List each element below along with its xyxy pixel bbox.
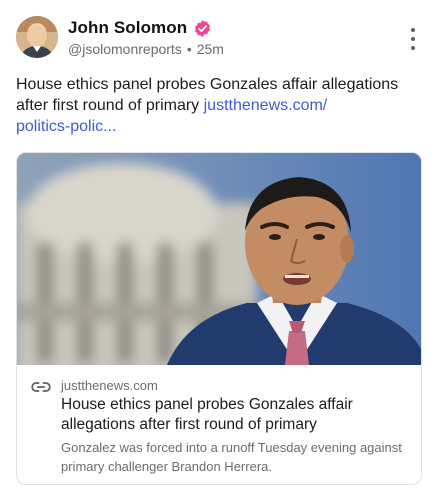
more-dot	[411, 46, 415, 50]
link-preview-card[interactable]: justthenews.com House ethics panel probe…	[16, 152, 422, 485]
author-block: John Solomon @jsolomonreports • 25m	[68, 16, 224, 57]
author-handle[interactable]: @jsolomonreports	[68, 41, 182, 57]
card-image	[17, 153, 421, 365]
card-description: Gonzalez was forced into a runoff Tuesda…	[61, 440, 402, 474]
post-text: House ethics panel probes Gonzales affai…	[16, 74, 421, 137]
meta-separator: •	[186, 41, 192, 57]
card-domain: justthenews.com	[61, 378, 158, 393]
card-body: justthenews.com House ethics panel probe…	[17, 365, 421, 476]
more-dot	[411, 37, 415, 41]
name-row: John Solomon	[68, 16, 224, 40]
meta-row: @jsolomonreports • 25m	[68, 41, 224, 57]
card-title[interactable]: House ethics panel probes Gonzales affai…	[61, 395, 407, 435]
link-icon	[31, 379, 51, 395]
verified-badge-icon	[193, 19, 212, 38]
news-photo-icon	[17, 153, 421, 365]
avatar-photo-icon	[16, 16, 58, 58]
post-timestamp[interactable]: 25m	[197, 41, 224, 57]
more-vertical-icon	[411, 28, 415, 32]
post-container: John Solomon @jsolomonreports • 25m Hous…	[0, 0, 439, 500]
author-display-name[interactable]: John Solomon	[68, 18, 187, 38]
more-options-button[interactable]	[409, 28, 417, 50]
card-text: justthenews.com House ethics panel probe…	[61, 377, 407, 476]
author-avatar[interactable]	[16, 16, 58, 58]
